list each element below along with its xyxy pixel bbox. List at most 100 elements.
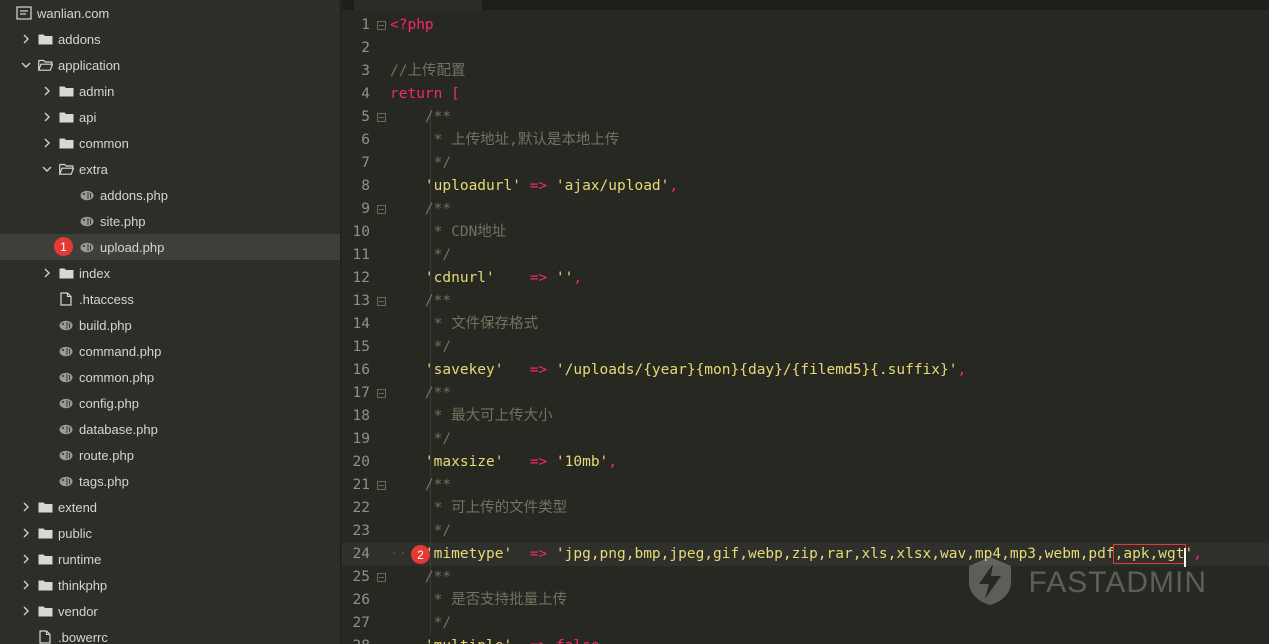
- chevron-right-icon[interactable]: [21, 34, 31, 44]
- tree-item-database-php[interactable]: database.php: [0, 416, 340, 442]
- tree-item-build-php[interactable]: build.php: [0, 312, 340, 338]
- tree-item-vendor[interactable]: vendor: [0, 598, 340, 624]
- chevron-right-icon[interactable]: [42, 268, 52, 278]
- fold-toggle-icon[interactable]: [376, 572, 386, 582]
- code-line[interactable]: 3 //上传配置: [342, 60, 1269, 83]
- code-line[interactable]: 22 * 可上传的文件类型: [342, 497, 1269, 520]
- code-line[interactable]: 9 /**: [342, 198, 1269, 221]
- code-token: false: [556, 638, 600, 644]
- tree-item-extend[interactable]: extend: [0, 494, 340, 520]
- tree-item-public[interactable]: public: [0, 520, 340, 546]
- chevron-right-icon[interactable]: [42, 86, 52, 96]
- code-line[interactable]: 11 */: [342, 244, 1269, 267]
- chevron-right-icon[interactable]: [21, 580, 31, 590]
- code-line[interactable]: 23 */: [342, 520, 1269, 543]
- file-icon: [37, 630, 53, 644]
- chevron-down-icon[interactable]: [21, 60, 31, 70]
- tree-item-command-php[interactable]: command.php: [0, 338, 340, 364]
- fold-toggle-icon[interactable]: [376, 296, 386, 306]
- code-token: /**: [424, 109, 452, 125]
- chevron-right-icon[interactable]: [21, 528, 31, 538]
- code-line[interactable]: 5 /**: [342, 106, 1269, 129]
- tree-item-extra[interactable]: extra: [0, 156, 340, 182]
- tree-item-label: extend: [58, 499, 98, 515]
- fold-toggle-icon[interactable]: [376, 388, 386, 398]
- tree-item-common-php[interactable]: common.php: [0, 364, 340, 390]
- tree-item-thinkphp[interactable]: thinkphp: [0, 572, 340, 598]
- tab-upload-php[interactable]: [354, 0, 482, 10]
- code-line[interactable]: 2: [342, 37, 1269, 60]
- fold-toggle-icon[interactable]: [376, 480, 386, 490]
- tree-item-dot-htaccess[interactable]: .htaccess: [0, 286, 340, 312]
- tree-item-admin[interactable]: admin: [0, 78, 340, 104]
- chevron-right-icon[interactable]: [21, 502, 31, 512]
- code-text: /**: [390, 198, 451, 221]
- chevron-down-icon[interactable]: [42, 164, 52, 174]
- folder-icon: [58, 136, 74, 150]
- tree-item-application[interactable]: application: [0, 52, 340, 78]
- fold-toggle-icon[interactable]: [376, 20, 386, 30]
- tree-item-index[interactable]: index: [0, 260, 340, 286]
- code-line[interactable]: 8 'uploadurl' => 'ajax/upload',: [342, 175, 1269, 198]
- code-line[interactable]: 28 'multiple' => false,: [342, 635, 1269, 644]
- tree-item-tags-php[interactable]: tags.php: [0, 468, 340, 494]
- code-token: ,: [669, 178, 679, 194]
- code-line[interactable]: 13 /**: [342, 290, 1269, 313]
- code-token: * 文件保存格式: [424, 316, 539, 332]
- chevron-right-icon[interactable]: [42, 138, 52, 148]
- line-number: 24: [352, 546, 370, 562]
- code-line[interactable]: 21 /**: [342, 474, 1269, 497]
- tree-item-runtime[interactable]: runtime: [0, 546, 340, 572]
- fold-toggle-icon[interactable]: [376, 204, 386, 214]
- tree-item-common[interactable]: common: [0, 130, 340, 156]
- code-token: //上传配置: [390, 63, 466, 79]
- tree-item-label: thinkphp: [58, 577, 108, 593]
- line-number: 27: [352, 615, 370, 631]
- line-number: 20: [352, 454, 370, 470]
- code-text: */: [390, 428, 451, 451]
- tree-item-dot-bowerrc[interactable]: .bowerrc: [0, 624, 340, 644]
- code-token: /**: [424, 569, 452, 585]
- code-line[interactable]: 10 * CDN地址: [342, 221, 1269, 244]
- code-line[interactable]: 27 */: [342, 612, 1269, 635]
- tree-item-api[interactable]: api: [0, 104, 340, 130]
- code-line[interactable]: 1 <?php: [342, 14, 1269, 37]
- tree-item-label: command.php: [79, 343, 162, 359]
- tree-item-addons-php[interactable]: addons.php: [0, 182, 340, 208]
- line-number: 21: [352, 477, 370, 493]
- code-text: */: [390, 336, 451, 359]
- code-token: '': [555, 270, 574, 286]
- code-line[interactable]: 16 'savekey' => '/uploads/{year}{mon}{da…: [342, 359, 1269, 382]
- chevron-right-icon[interactable]: [21, 554, 31, 564]
- code-token: 'multiple': [425, 638, 512, 644]
- tree-item-label: common.php: [79, 369, 155, 385]
- tree-item-label: application: [58, 57, 121, 73]
- code-line[interactable]: 17 /**: [342, 382, 1269, 405]
- tree-item-upload-php[interactable]: upload.php 1: [0, 234, 340, 260]
- code-line[interactable]: 7 */: [342, 152, 1269, 175]
- code-line[interactable]: 15 */: [342, 336, 1269, 359]
- code-editor[interactable]: 1 <?php 2 3//上传配置 4 return [5 /** 6 * 上传地址,默认是…: [342, 0, 1269, 644]
- chevron-right-icon[interactable]: [42, 112, 52, 122]
- code-line[interactable]: 12 'cdnurl' => '',: [342, 267, 1269, 290]
- tree-item-addons[interactable]: addons: [0, 26, 340, 52]
- code-line[interactable]: 14 * 文件保存格式: [342, 313, 1269, 336]
- code-token: */: [424, 155, 452, 171]
- code-line[interactable]: 18 * 最大可上传大小: [342, 405, 1269, 428]
- code-line[interactable]: 19 */: [342, 428, 1269, 451]
- fold-toggle-icon[interactable]: [376, 112, 386, 122]
- code-line[interactable]: 6 * 上传地址,默认是本地上传: [342, 129, 1269, 152]
- code-line[interactable]: 20 'maxsize' => '10mb',: [342, 451, 1269, 474]
- code-line[interactable]: 4 return [: [342, 83, 1269, 106]
- line-number: 8: [361, 178, 370, 194]
- tree-item-route-php[interactable]: route.php: [0, 442, 340, 468]
- tree-item-site-php[interactable]: site.php: [0, 208, 340, 234]
- chevron-right-icon[interactable]: [21, 606, 31, 616]
- code-text: /**: [390, 566, 451, 589]
- tree-item-config-php[interactable]: config.php: [0, 390, 340, 416]
- php-elephant-icon: [58, 396, 74, 410]
- tree-root[interactable]: wanlian.com: [0, 0, 340, 26]
- code-token: * 上传地址,默认是本地上传: [424, 132, 620, 148]
